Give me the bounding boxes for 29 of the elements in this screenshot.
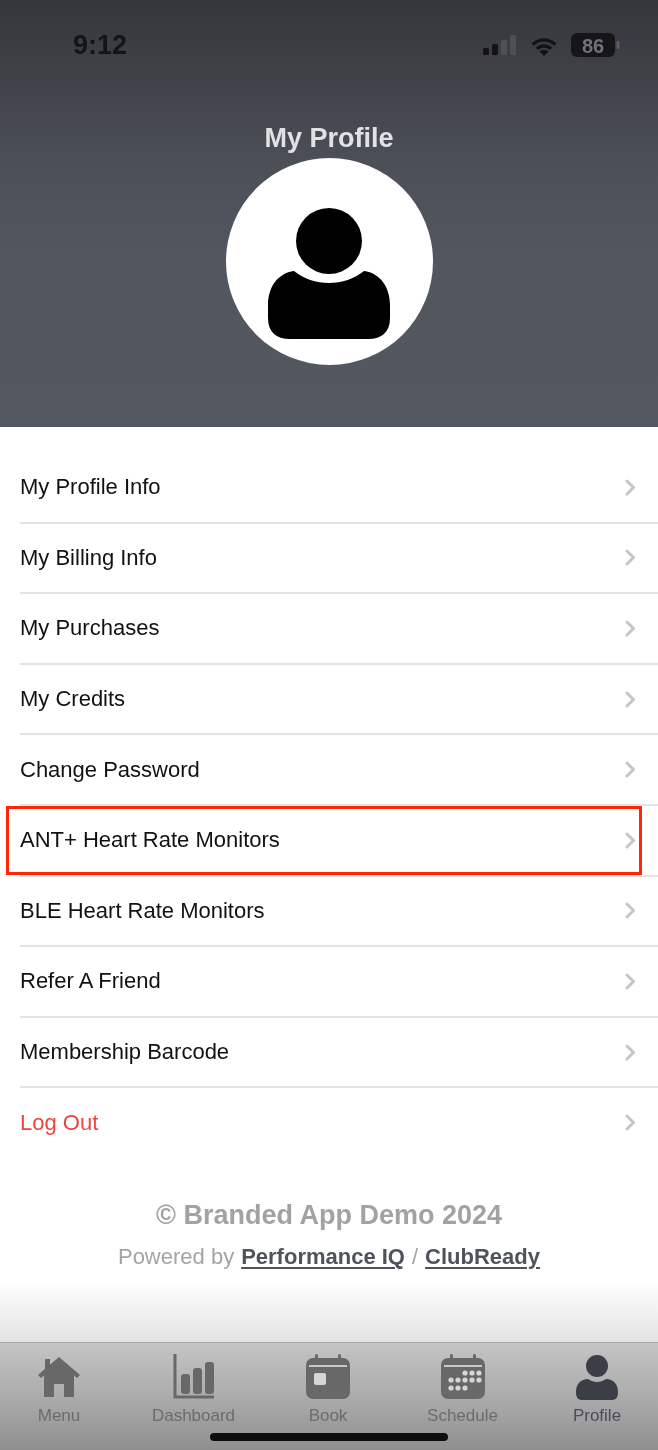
profile-option-row[interactable]: Membership Barcode (20, 1017, 658, 1089)
chevron-icon (625, 620, 636, 637)
chevron-icon (625, 1043, 636, 1061)
chevron-icon (625, 690, 636, 708)
signal-icon (483, 35, 517, 55)
profile-option-row[interactable]: My Purchases (20, 594, 658, 665)
link-separator: / (412, 1242, 419, 1270)
chevron-icon (625, 761, 636, 779)
chevron-icon (625, 902, 636, 920)
chevron-icon (625, 1114, 636, 1132)
avatar-icon[interactable] (225, 158, 433, 365)
profile-option-row[interactable]: My Credits (20, 664, 658, 736)
footer-link[interactable]: Performance IQ (241, 1242, 405, 1270)
chevron-icon (625, 972, 636, 990)
profile-option-row[interactable]: BLE Heart Rate Monitors (20, 876, 658, 948)
copyright-text: © Branded App Demo 2024 (156, 1198, 502, 1231)
profile-option-row[interactable]: Log Out (20, 1088, 658, 1159)
powered-by-label: Powered by (117, 1242, 235, 1270)
chevron-icon (625, 831, 636, 849)
battery-indicator: 86 (571, 33, 620, 57)
footer-link[interactable]: ClubReady (425, 1242, 541, 1270)
profile-option-row[interactable]: Refer A Friend (20, 947, 658, 1018)
profile-option-row[interactable]: ANT+ Heart Rate Monitors (20, 805, 658, 877)
page-title: My Profile (264, 122, 394, 154)
profile-option-row[interactable]: Change Password (20, 735, 658, 806)
chevron-icon (625, 478, 636, 496)
profile-option-row[interactable]: My Profile Info (20, 453, 658, 524)
chevron-icon (625, 549, 636, 567)
profile-option-row[interactable]: My Billing Info (20, 523, 658, 595)
